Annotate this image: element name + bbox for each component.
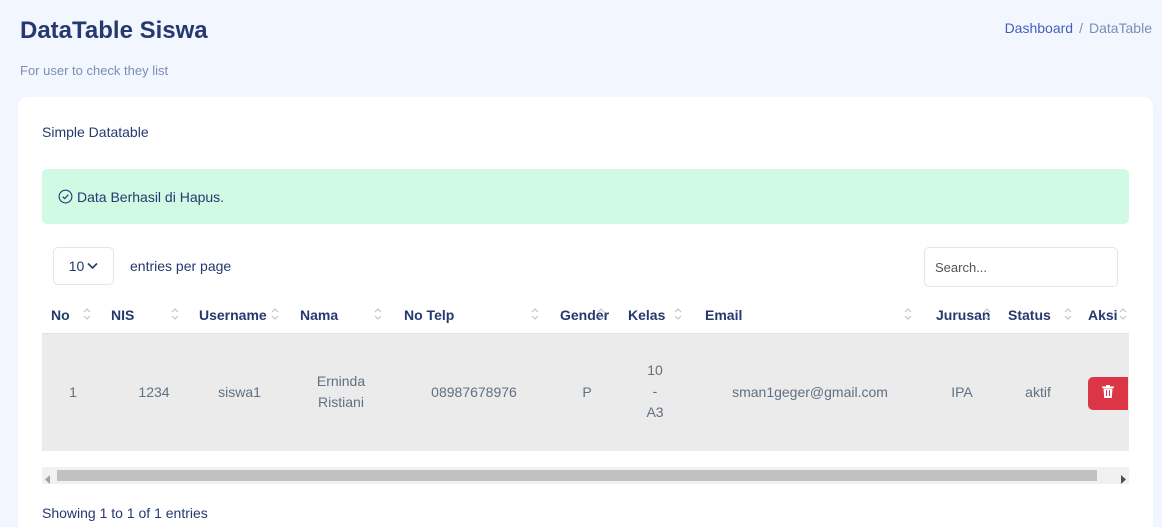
cell-username: siswa1 [218,384,261,400]
cell-kelas: 10 - A3 [640,360,670,423]
card-title: Simple Datatable [42,124,149,140]
sort-icon[interactable] [674,306,682,322]
column-header-aksi[interactable]: Aksi [1088,296,1118,333]
cell-nama: Erninda Ristiani [300,371,382,413]
sort-icon[interactable] [271,306,279,322]
trash-icon [1102,384,1114,403]
scroll-left-icon[interactable] [45,471,51,489]
sort-icon[interactable] [83,306,91,322]
sort-icon[interactable] [597,306,605,322]
sort-icon[interactable] [983,306,991,322]
column-header-kelas[interactable]: Kelas [628,296,665,333]
sort-icon[interactable] [1119,306,1127,322]
data-table: No NIS Username Nama No Telp Gender Kela… [42,296,1129,452]
per-page-select[interactable]: 10 [53,247,114,285]
column-header-no[interactable]: No [51,296,70,333]
column-header-nis[interactable]: NIS [111,296,134,333]
cell-kelas-line-3: A3 [646,404,664,420]
cell-no-telp: 08987678976 [431,384,517,400]
scrollbar-thumb[interactable] [57,470,1097,481]
cell-status: aktif [1025,384,1051,400]
sort-icon[interactable] [531,306,539,322]
cell-email: sman1geger@gmail.com [732,384,888,400]
breadcrumb-separator: / [1079,20,1083,36]
scroll-right-icon[interactable] [1120,471,1126,489]
column-header-email[interactable]: Email [705,296,742,333]
chevron-down-icon [87,262,98,270]
column-header-no-telp[interactable]: No Telp [404,296,454,333]
column-header-nama[interactable]: Nama [300,296,338,333]
search-input[interactable] [924,247,1118,287]
cell-nama-line-2: Ristiani [318,394,364,410]
sort-icon[interactable] [1064,306,1072,322]
cell-nama-line-1: Erninda [316,373,366,389]
per-page-value: 10 [68,258,85,274]
alert-message: Data Berhasil di Hapus. [77,188,225,205]
cell-gender: P [582,384,592,400]
page-title: DataTable Siswa [20,17,208,44]
breadcrumb: Dashboard / DataTable [1005,20,1152,36]
datatable-card: Simple Datatable Data Berhasil di Hapus.… [18,97,1153,527]
cell-jurusan: IPA [951,384,973,400]
sort-icon[interactable] [904,306,912,322]
cell-no: 1 [69,384,77,400]
delete-button[interactable] [1088,377,1128,410]
column-header-username[interactable]: Username [199,296,267,333]
cell-kelas-line-1: 10 [647,362,663,378]
column-header-status[interactable]: Status [1008,296,1051,333]
sort-icon[interactable] [374,306,382,322]
table-row: 1 1234 siswa1 Erninda Ristiani 089876789… [42,334,1129,451]
table-info: Showing 1 to 1 of 1 entries [42,505,208,521]
cell-kelas-line-2: - [652,383,658,399]
breadcrumb-current: DataTable [1088,20,1152,36]
check-circle-icon [58,189,73,204]
page-subtitle: For user to check they list [20,63,169,78]
per-page-label: entries per page [130,258,232,274]
sort-icon[interactable] [171,306,179,322]
success-alert: Data Berhasil di Hapus. [42,169,1129,224]
breadcrumb-dashboard-link[interactable]: Dashboard [1005,20,1074,36]
horizontal-scrollbar[interactable] [42,467,1129,484]
cell-nis: 1234 [138,384,170,400]
